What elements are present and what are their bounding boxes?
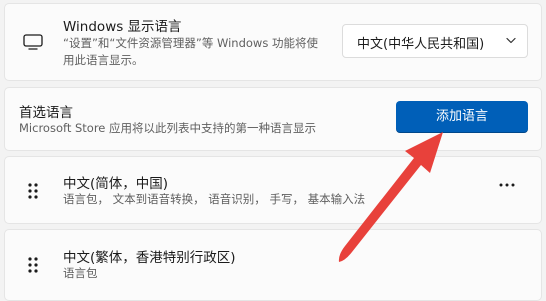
more-options-icon[interactable] [499,183,515,187]
drag-handle-icon[interactable] [27,182,39,200]
language-name: 中文(繁体，香港特别行政区) [63,250,236,266]
preferred-languages-title: 首选语言 [19,105,73,121]
language-list-item[interactable]: 中文(简体，中国) 语言包， 文本到语音转换， 语音识别， 手写， 基本输入法 [4,156,542,224]
display-language-card: Windows 显示语言 “设置”和“文件资源管理器”等 Windows 功能将… [4,3,542,81]
language-name: 中文(简体，中国) [63,176,169,192]
display-language-dropdown[interactable]: 中文(中华人民共和国) [342,24,528,58]
drag-handle-icon[interactable] [27,256,39,274]
preferred-languages-card: 首选语言 Microsoft Store 应用将以此列表中支持的第一种语言显示 … [4,87,542,151]
preferred-languages-description: Microsoft Store 应用将以此列表中支持的第一种语言显示 [19,121,317,135]
language-features: 语言包 [63,266,98,280]
add-language-button[interactable]: 添加语言 [396,101,528,133]
display-language-selected: 中文(中华人民共和国) [357,37,485,52]
display-language-title: Windows 显示语言 [63,19,182,35]
display-language-description-line2: 用此语言显示。 [63,53,144,67]
language-list-item[interactable]: 中文(繁体，香港特别行政区) 语言包 [4,229,542,301]
chevron-down-icon [506,37,516,44]
language-features: 语言包， 文本到语音转换， 语音识别， 手写， 基本输入法 [63,192,366,206]
monitor-icon [23,34,43,50]
display-language-description-line1: “设置”和“文件资源管理器”等 Windows 功能将使 [63,36,318,50]
